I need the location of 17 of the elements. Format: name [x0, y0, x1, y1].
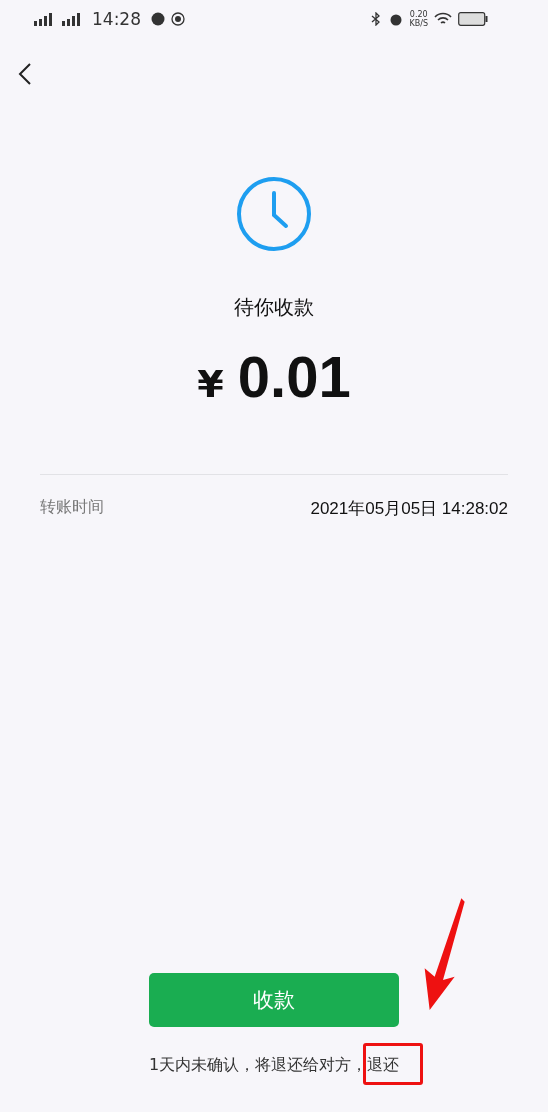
highlight-box [363, 1043, 424, 1085]
clock-icon [236, 176, 312, 252]
wifi-icon [434, 12, 452, 26]
amount: 0.01 [237, 343, 351, 410]
net-speed-unit: KB/S [409, 19, 428, 28]
status-text: 待你收款 [234, 294, 314, 321]
footer-note: 1天内未确认，将退还给对方， [148, 1055, 368, 1076]
signal-icon [60, 12, 82, 26]
battery-icon [458, 12, 488, 26]
detail-label: 转账时间 [40, 497, 104, 518]
back-icon[interactable] [18, 62, 32, 86]
status-time: 14:28 [92, 9, 141, 29]
signal-icon [32, 12, 54, 26]
return-link[interactable]: 退还 [367, 1055, 400, 1074]
net-speed: 0.20 [409, 10, 428, 19]
detail-value: 2021年05月05日 14:28:02 [310, 498, 508, 520]
currency-symbol: ¥ [197, 362, 224, 406]
